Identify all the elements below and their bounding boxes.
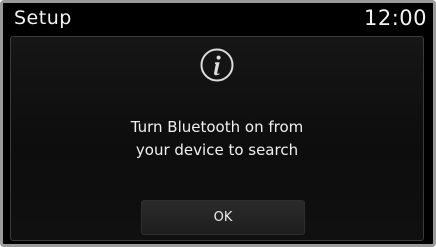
info-popup: Turn Bluetooth on from your device to se… <box>10 36 424 241</box>
head-unit-screen: Setup 12:00 Turn Bluetooth on from your … <box>0 0 436 247</box>
dialog-message: Turn Bluetooth on from your device to se… <box>11 116 423 162</box>
ok-button[interactable]: OK <box>141 200 305 235</box>
screen-title: Setup <box>14 7 72 29</box>
clock: 12:00 <box>363 6 427 30</box>
status-bar: Setup 12:00 <box>3 3 433 34</box>
message-line-2: your device to search <box>135 141 299 159</box>
info-icon <box>200 48 234 82</box>
message-line-1: Turn Bluetooth on from <box>130 118 304 136</box>
